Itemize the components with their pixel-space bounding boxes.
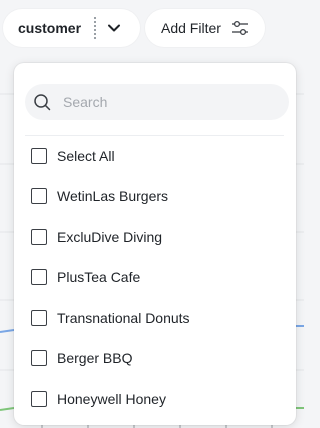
chevron-down-icon[interactable] — [106, 20, 122, 36]
option-label: WetinLas Burgers — [57, 188, 169, 204]
option-label: PlusTea Cafe — [57, 269, 141, 285]
option-label: ExcluDive Diving — [57, 229, 163, 245]
option-label: Select All — [57, 148, 115, 164]
search-input[interactable] — [63, 84, 273, 120]
customer-filter-pill[interactable]: customer — [3, 9, 140, 47]
add-filter-button[interactable]: Add Filter — [145, 9, 265, 47]
sliders-icon — [232, 20, 248, 36]
option-select-all[interactable]: Select All — [31, 144, 271, 168]
add-filter-label: Add Filter — [161, 20, 221, 36]
customer-filter-label: customer — [18, 20, 82, 36]
option-berger-bbq[interactable]: Berger BBQ — [31, 346, 271, 370]
customer-dropdown-panel: Select All WetinLas Burgers ExcluDive Di… — [14, 63, 296, 425]
option-excludive-diving[interactable]: ExcluDive Diving — [31, 225, 271, 249]
option-transnational-donuts[interactable]: Transnational Donuts — [31, 306, 271, 330]
option-plustea-cafe[interactable]: PlusTea Cafe — [31, 265, 271, 289]
search-divider — [25, 135, 284, 136]
option-label: Honeywell Honey — [57, 391, 166, 407]
option-label: Transnational Donuts — [57, 310, 190, 326]
checkbox[interactable] — [31, 188, 47, 204]
checkbox[interactable] — [31, 350, 47, 366]
checkbox[interactable] — [31, 229, 47, 245]
checkbox[interactable] — [31, 310, 47, 326]
scrollbar[interactable] — [286, 63, 296, 425]
search-box[interactable] — [25, 84, 289, 120]
pill-divider — [94, 17, 96, 39]
option-wetinlas-burgers[interactable]: WetinLas Burgers — [31, 184, 271, 208]
checkbox[interactable] — [31, 148, 47, 164]
checkbox[interactable] — [31, 269, 47, 285]
background-series-green — [0, 407, 15, 411]
checkbox[interactable] — [31, 391, 47, 407]
option-label: Berger BBQ — [57, 350, 133, 366]
option-honeywell-honey[interactable]: Honeywell Honey — [31, 387, 271, 411]
search-icon — [34, 94, 51, 111]
background-series-blue — [0, 329, 15, 333]
